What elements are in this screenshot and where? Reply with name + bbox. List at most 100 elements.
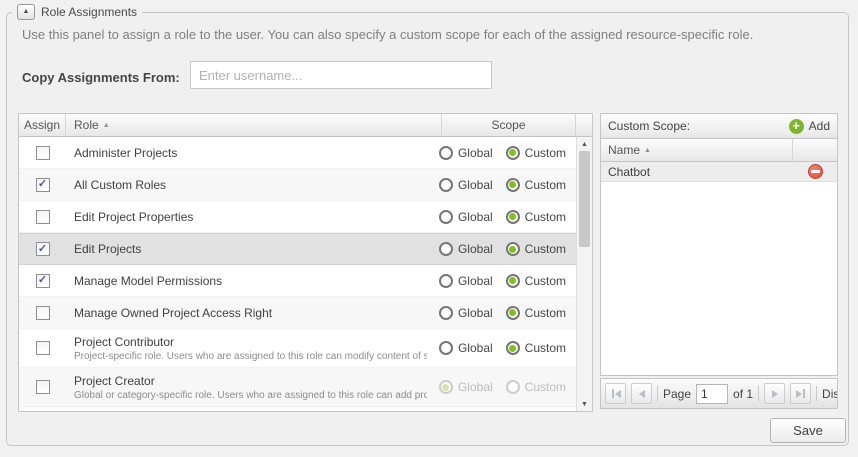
column-header-name-label: Name — [608, 143, 640, 157]
toolbar-separator — [758, 386, 759, 401]
global-radio-label: Global — [458, 146, 493, 160]
role-name: Project Creator — [74, 374, 427, 388]
column-header-scope[interactable]: Scope — [442, 114, 576, 136]
column-header-role-label: Role — [74, 118, 99, 132]
check-icon: ✓ — [38, 275, 47, 286]
scroll-up-icon[interactable]: ▲ — [577, 137, 592, 151]
next-page-button[interactable] — [764, 383, 785, 404]
copy-assignments-label: Copy Assignments From: — [22, 70, 180, 85]
column-header-role[interactable]: Role▲ — [66, 114, 442, 136]
add-plus-icon: + — [789, 119, 804, 134]
scope-global-radio[interactable]: Global — [439, 210, 493, 224]
role-name: Administer Projects — [74, 146, 427, 160]
toolbar-separator — [657, 386, 658, 401]
assign-cell: ✓ — [19, 341, 66, 355]
scope-custom-radio[interactable]: Custom — [506, 341, 566, 355]
role-table-row[interactable]: ✓ Manage Model Permissions Global Custom — [19, 265, 577, 297]
assign-checkbox[interactable]: ✓ — [36, 274, 50, 288]
scope-global-radio[interactable]: Global — [439, 306, 493, 320]
assign-cell: ✓ — [19, 146, 66, 160]
copy-assignments-input[interactable] — [190, 61, 492, 89]
scope-cell: Global Custom — [427, 306, 577, 320]
assign-checkbox[interactable]: ✓ — [36, 146, 50, 160]
column-header-action — [793, 139, 837, 161]
scope-global-radio[interactable]: Global — [439, 242, 493, 256]
scope-custom-radio[interactable]: Custom — [506, 380, 566, 394]
role-table-row[interactable]: ✓ All Custom Roles Global Custom — [19, 169, 577, 201]
assign-checkbox[interactable]: ✓ — [36, 380, 50, 394]
add-button-label: Add — [809, 119, 830, 133]
scope-global-radio[interactable]: Global — [439, 178, 493, 192]
role-assignments-screen: ▲ Role Assignments Use this panel to ass… — [0, 0, 858, 457]
custom-scope-header: Name▲ — [601, 139, 837, 162]
radio-icon — [506, 210, 520, 224]
global-radio-label: Global — [458, 242, 493, 256]
assign-cell: ✓ — [19, 306, 66, 320]
radio-icon — [439, 146, 453, 160]
radio-icon — [506, 274, 520, 288]
page-number-input[interactable] — [696, 384, 728, 404]
custom-radio-label: Custom — [525, 242, 566, 256]
column-header-assign[interactable]: Assign — [19, 114, 66, 136]
role-cell: Project Contributor Project-specific rol… — [66, 335, 427, 362]
role-table-row[interactable]: ✓ Edit Project Properties Global Custom — [19, 201, 577, 233]
roles-grid-header: Assign Role▲ Scope — [19, 114, 592, 137]
assign-checkbox[interactable]: ✓ — [36, 306, 50, 320]
assign-checkbox[interactable]: ✓ — [36, 341, 50, 355]
assign-checkbox[interactable]: ✓ — [36, 178, 50, 192]
radio-icon — [506, 380, 520, 394]
role-cell: Edit Projects — [66, 242, 427, 256]
first-page-button[interactable] — [605, 383, 626, 404]
role-name: Edit Projects — [74, 242, 427, 256]
scope-custom-radio[interactable]: Custom — [506, 242, 566, 256]
custom-scope-row[interactable]: Chatbot — [601, 162, 837, 182]
assign-checkbox[interactable]: ✓ — [36, 242, 50, 256]
prev-page-icon — [639, 390, 645, 398]
scope-custom-radio[interactable]: Custom — [506, 146, 566, 160]
scroll-down-icon[interactable]: ▼ — [577, 397, 592, 411]
scope-cell: Global Custom — [427, 178, 577, 192]
radio-icon — [506, 306, 520, 320]
role-table-row[interactable]: ✓ Manage Owned Project Access Right Glob… — [19, 297, 577, 329]
last-page-icon — [796, 390, 802, 398]
role-table-row[interactable]: ✓ Administer Projects Global Custom — [19, 137, 577, 169]
radio-icon — [506, 242, 520, 256]
remove-scope-button[interactable] — [793, 164, 837, 179]
assign-cell: ✓ — [19, 380, 66, 394]
role-table-row[interactable]: ✓ Project Contributor Project-specific r… — [19, 329, 577, 368]
role-cell: Manage Owned Project Access Right — [66, 306, 427, 320]
radio-icon — [439, 341, 453, 355]
role-name: Manage Model Permissions — [74, 274, 427, 288]
global-radio-label: Global — [458, 274, 493, 288]
roles-grid-body: ✓ Administer Projects Global Custom ✓ Al… — [19, 137, 577, 411]
add-scope-button[interactable]: + Add — [789, 119, 830, 134]
page-of-label: of 1 — [733, 387, 753, 401]
roles-grid-scrollbar[interactable]: ▲ ▼ — [576, 137, 592, 411]
radio-icon — [439, 380, 453, 394]
radio-icon — [506, 146, 520, 160]
scope-custom-radio[interactable]: Custom — [506, 306, 566, 320]
scope-custom-radio[interactable]: Custom — [506, 274, 566, 288]
scope-custom-radio[interactable]: Custom — [506, 178, 566, 192]
scope-cell: Global Custom — [427, 146, 577, 160]
custom-radio-label: Custom — [525, 380, 566, 394]
scrollbar-thumb[interactable] — [579, 151, 590, 247]
last-page-button[interactable] — [790, 383, 811, 404]
column-header-name[interactable]: Name▲ — [601, 139, 793, 161]
scope-global-radio[interactable]: Global — [439, 146, 493, 160]
display-label: Display — [822, 387, 838, 401]
panel-description: Use this panel to assign a role to the u… — [22, 27, 753, 42]
assign-checkbox[interactable]: ✓ — [36, 210, 50, 224]
scope-global-radio[interactable]: Global — [439, 380, 493, 394]
radio-icon — [439, 274, 453, 288]
role-table-row[interactable]: ✓ Edit Projects Global Custom — [19, 233, 577, 265]
scope-global-radio[interactable]: Global — [439, 274, 493, 288]
scope-custom-radio[interactable]: Custom — [506, 210, 566, 224]
save-button[interactable]: Save — [770, 418, 846, 443]
collapse-panel-button[interactable]: ▲ — [17, 4, 35, 20]
prev-page-button[interactable] — [631, 383, 652, 404]
scope-global-radio[interactable]: Global — [439, 341, 493, 355]
global-radio-label: Global — [458, 341, 493, 355]
role-table-row[interactable]: ✓ Project Creator Global or category-spe… — [19, 368, 577, 407]
custom-scope-title: Custom Scope: — [608, 119, 690, 133]
